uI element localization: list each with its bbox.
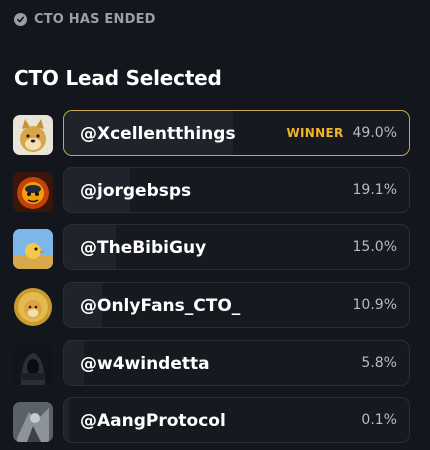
status-line: CTO HAS ENDED [14,12,156,27]
candidate-handle: @OnlyFans_CTO_ [80,296,241,316]
candidate-handle: @TheBibiGuy [80,238,207,258]
candidate-handle: @Xcellentthings [80,124,236,144]
check-circle-icon [14,13,27,26]
candidate-card[interactable]: @w4windetta 5.8% [63,340,410,386]
vote-percent: 0.1% [361,412,397,428]
vote-percent: 19.1% [352,182,397,198]
candidate-handle: @AangProtocol [80,411,226,431]
candidate-row: @w4windetta 5.8% [0,340,430,388]
vote-percent: 5.8% [361,355,397,371]
hooded-win-avatar [13,345,53,385]
candidate-row: @TheBibiGuy 15.0% [0,224,430,272]
vote-percent: 10.9% [352,297,397,313]
candidate-card[interactable]: @jorgebsps 19.1% [63,167,410,213]
vote-share-bar [64,398,70,442]
candidate-row: @OnlyFans_CTO_ 10.9% [0,282,430,330]
candidate-row: @AangProtocol 0.1% [0,397,430,445]
doge-coin-avatar [13,287,53,327]
candidate-card[interactable]: @Xcellentthings WINNER 49.0% [63,110,410,156]
candidate-card[interactable]: @AangProtocol 0.1% [63,397,410,443]
winner-badge: WINNER [286,126,344,140]
grey-figure-avatar [13,402,53,442]
candidate-handle: @jorgebsps [80,181,192,201]
bird-field-avatar [13,229,53,269]
fire-character-avatar [13,172,53,212]
candidate-handle: @w4windetta [80,354,210,374]
page-title: CTO Lead Selected [14,66,222,90]
status-label: CTO HAS ENDED [34,12,156,27]
candidate-row: @jorgebsps 19.1% [0,167,430,215]
doge-avatar [13,115,53,155]
candidate-row: @Xcellentthings WINNER 49.0% [0,110,430,158]
candidate-card[interactable]: @TheBibiGuy 15.0% [63,224,410,270]
vote-percent: 15.0% [352,239,397,255]
candidate-card[interactable]: @OnlyFans_CTO_ 10.9% [63,282,410,328]
vote-percent: 49.0% [352,125,397,141]
